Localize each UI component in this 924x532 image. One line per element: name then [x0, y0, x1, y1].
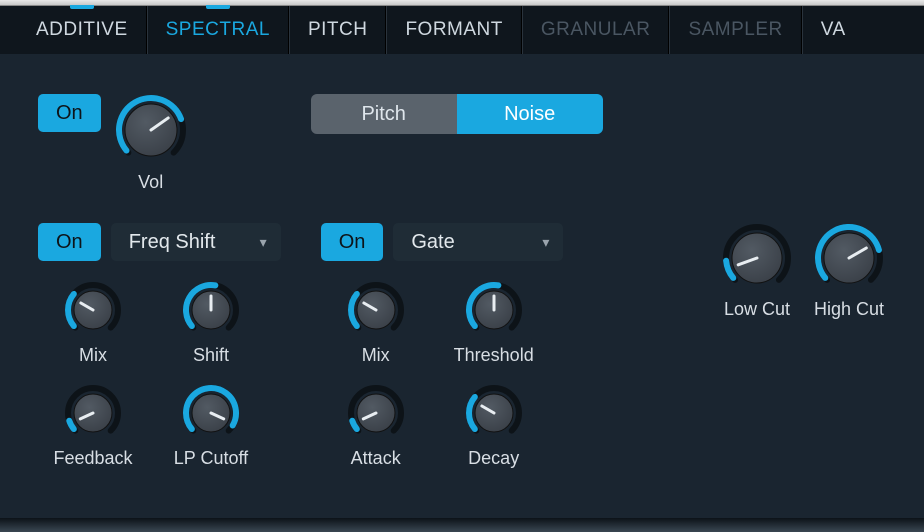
- gate-attack-knob[interactable]: [347, 384, 405, 442]
- gate-threshold-knob[interactable]: [465, 281, 523, 339]
- freq-shift-feedback-label: Feedback: [53, 448, 132, 469]
- modules-row: On Freq Shift ▾ Mix Shift: [38, 223, 894, 469]
- tab-label: GRANULAR: [541, 19, 651, 41]
- freq-shift-on-button[interactable]: On: [38, 223, 101, 261]
- vol: Vol: [115, 94, 187, 193]
- module-gate: On Gate ▾ Mix Threshold: [321, 223, 564, 469]
- tab-indicator: [326, 5, 350, 9]
- tab-bar: ADDITIVE SPECTRAL PITCH FORMANT GRANULAR SAMP…: [0, 6, 924, 54]
- high-cut-knob[interactable]: [814, 223, 884, 293]
- freq-shift-mix: Mix: [64, 281, 122, 366]
- gate-mix-label: Mix: [362, 345, 390, 366]
- high-cut-label: High Cut: [814, 299, 884, 320]
- freq-shift-shift-knob[interactable]: [182, 281, 240, 339]
- gate-attack: Attack: [347, 384, 405, 469]
- tab-label: SPECTRAL: [166, 19, 270, 41]
- low-cut: Low Cut: [722, 223, 792, 320]
- segment-noise[interactable]: Noise: [457, 94, 603, 134]
- tab-va[interactable]: VA: [803, 6, 864, 54]
- freq-shift-shift: Shift: [182, 281, 240, 366]
- gate-mix: Mix: [347, 281, 405, 366]
- chevron-down-icon: ▾: [542, 234, 549, 251]
- tab-granular[interactable]: GRANULAR: [523, 6, 669, 54]
- gate-threshold: Threshold: [454, 281, 534, 366]
- spectral-panel: On Vol Pitch Noise On Freq Shift ▾: [0, 54, 924, 469]
- chevron-down-icon: ▾: [260, 234, 267, 251]
- spectral-on-button[interactable]: On: [38, 94, 101, 132]
- gate-decay-knob[interactable]: [465, 384, 523, 442]
- tab-label: VA: [821, 19, 846, 41]
- freq-shift-mix-label: Mix: [79, 345, 107, 366]
- low-cut-knob[interactable]: [722, 223, 792, 293]
- gate-threshold-label: Threshold: [454, 345, 534, 366]
- tab-label: FORMANT: [405, 19, 502, 41]
- segment-pitch[interactable]: Pitch: [311, 94, 457, 134]
- module-freq-shift: On Freq Shift ▾ Mix Shift: [38, 223, 281, 469]
- tab-label: SAMPLER: [688, 19, 782, 41]
- dropdown-label: Freq Shift: [129, 231, 216, 254]
- freq-shift-lp-cutoff-label: LP Cutoff: [174, 448, 248, 469]
- gate-dropdown[interactable]: Gate ▾: [393, 223, 563, 261]
- freq-shift-shift-label: Shift: [193, 345, 229, 366]
- tab-formant[interactable]: FORMANT: [387, 6, 520, 54]
- gate-attack-label: Attack: [351, 448, 401, 469]
- tab-spectral[interactable]: SPECTRAL: [148, 6, 288, 54]
- pitch-noise-segmented[interactable]: Pitch Noise: [311, 94, 603, 134]
- tab-label: PITCH: [308, 19, 368, 41]
- freq-shift-dropdown[interactable]: Freq Shift ▾: [111, 223, 281, 261]
- tab-sampler[interactable]: SAMPLER: [670, 6, 800, 54]
- tab-indicator: [584, 5, 608, 9]
- tab-indicator: [442, 5, 466, 9]
- tab-indicator: [724, 5, 748, 9]
- module-header: On Gate ▾: [321, 223, 564, 261]
- freq-shift-mix-knob[interactable]: [64, 281, 122, 339]
- module-header: On Freq Shift ▾: [38, 223, 281, 261]
- tab-indicator: [206, 5, 230, 9]
- high-cut: High Cut: [814, 223, 884, 320]
- freq-shift-lp-cutoff-knob[interactable]: [182, 384, 240, 442]
- tab-indicator: [70, 5, 94, 9]
- tab-additive[interactable]: ADDITIVE: [18, 6, 146, 54]
- gate-decay: Decay: [465, 384, 523, 469]
- low-cut-label: Low Cut: [724, 299, 790, 320]
- vol-label: Vol: [138, 172, 163, 193]
- tab-pitch[interactable]: PITCH: [290, 6, 386, 54]
- gate-mix-knob[interactable]: [347, 281, 405, 339]
- gate-on-button[interactable]: On: [321, 223, 384, 261]
- tab-indicator: [821, 5, 845, 9]
- tab-label: ADDITIVE: [36, 19, 128, 41]
- freq-shift-lp-cutoff: LP Cutoff: [174, 384, 248, 469]
- top-row: On Vol Pitch Noise: [38, 94, 894, 193]
- dropdown-label: Gate: [411, 231, 454, 254]
- freq-shift-feedback-knob[interactable]: [64, 384, 122, 442]
- bottom-edge: [0, 518, 924, 532]
- freq-shift-feedback: Feedback: [53, 384, 132, 469]
- gate-decay-label: Decay: [468, 448, 519, 469]
- vol-knob[interactable]: [115, 94, 187, 166]
- filter-knobs: Low Cut High Cut: [722, 223, 884, 320]
